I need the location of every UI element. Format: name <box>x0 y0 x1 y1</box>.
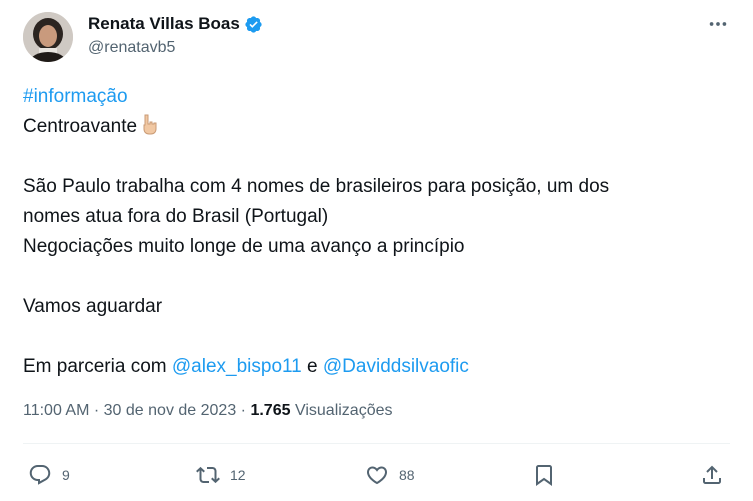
share-icon <box>703 465 721 484</box>
tweet-time[interactable]: 11:00 AM <box>23 402 89 419</box>
tweet-text: #informação Centroavante São Paulo traba… <box>23 82 723 382</box>
tweet-line-1: Centroavante <box>23 116 138 137</box>
verified-badge-icon[interactable] <box>244 15 263 34</box>
retweet-button[interactable]: 12 <box>196 458 246 492</box>
bookmark-icon <box>536 465 552 486</box>
action-bar: 9 12 88 <box>0 458 753 492</box>
views-label: Visualizações <box>294 402 393 419</box>
author-display-name[interactable]: Renata Villas Boas <box>88 14 240 34</box>
author-name-row[interactable]: Renata Villas Boas <box>88 14 263 34</box>
share-button[interactable] <box>700 458 724 492</box>
meta-separator-2: · <box>240 402 246 419</box>
more-icon <box>709 22 727 26</box>
avatar-image <box>23 12 73 62</box>
tweet-line-2: São Paulo trabalha com 4 nomes de brasil… <box>23 176 610 197</box>
like-button[interactable]: 88 <box>365 458 415 492</box>
more-options-button[interactable] <box>705 13 731 35</box>
tweet-line-4: Negociações muito longe de uma avanço a … <box>23 236 465 257</box>
like-count: 88 <box>399 467 415 483</box>
reply-count: 9 <box>62 467 70 483</box>
bookmark-button[interactable] <box>532 458 556 492</box>
author-handle[interactable]: @renatavb5 <box>88 39 175 57</box>
partnership-prefix: Em parceria com <box>23 356 167 377</box>
divider <box>23 443 730 444</box>
pointing-down-icon <box>139 113 159 145</box>
reply-icon <box>29 465 51 485</box>
tweet-date[interactable]: 30 de nov de 2023 <box>104 402 237 419</box>
reply-button[interactable]: 9 <box>28 458 70 492</box>
tweet-line-3: nomes atua fora do Brasil (Portugal) <box>23 206 329 227</box>
mention-link-2[interactable]: @Daviddsilvaofic <box>323 356 469 377</box>
meta-separator: · <box>93 402 100 419</box>
views-count: 1.765 <box>250 402 291 419</box>
heart-icon <box>366 466 388 485</box>
tweet-card: Renata Villas Boas @renatavb5 #informaçã… <box>0 0 753 501</box>
hashtag-link[interactable]: #informação <box>23 86 128 107</box>
retweet-count: 12 <box>230 467 246 483</box>
mention-link-1[interactable]: @alex_bispo11 <box>172 356 302 377</box>
retweet-icon <box>196 466 220 484</box>
tweet-meta: 11:00 AM · 30 de nov de 2023 · 1.765 Vis… <box>23 402 393 420</box>
avatar[interactable] <box>23 12 73 62</box>
conjunction: e <box>307 356 318 377</box>
tweet-line-5: Vamos aguardar <box>23 296 163 317</box>
